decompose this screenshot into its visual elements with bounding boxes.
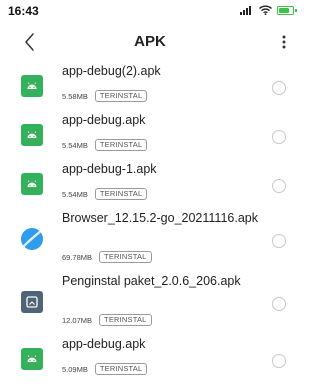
installed-badge: TERINSTAL xyxy=(94,90,148,102)
installed-badge: TERINSTAL xyxy=(99,314,152,326)
signal-icon xyxy=(240,6,251,15)
select-radio[interactable] xyxy=(272,179,286,193)
select-radio[interactable] xyxy=(272,130,286,144)
more-vertical-icon xyxy=(282,35,286,49)
file-meta: 69.78MB TERINSTAL xyxy=(62,251,152,263)
file-name: app-debug.apk xyxy=(62,113,146,127)
battery-tip xyxy=(295,8,297,12)
file-row[interactable]: app-debug-1.apk 5.54MB TERINSTAL xyxy=(0,160,300,209)
file-name: app-debug-1.apk xyxy=(62,162,157,176)
file-meta: 5.09MB TERINSTAL xyxy=(62,363,148,375)
file-name: app-debug.apk xyxy=(62,337,146,351)
status-icons xyxy=(240,5,297,15)
status-bar: 16:43 xyxy=(0,0,300,22)
file-size: 5.54MB xyxy=(62,140,88,150)
file-size: 12.07MB xyxy=(62,315,93,325)
file-size: 69.78MB xyxy=(62,252,93,262)
app-header: APK xyxy=(0,22,300,62)
file-name: Browser_12.15.2-go_20211116.apk xyxy=(62,211,258,225)
file-meta: 5.58MB TERINSTAL xyxy=(62,90,148,102)
select-radio[interactable] xyxy=(272,297,286,311)
file-meta: 12.07MB TERINSTAL xyxy=(62,314,152,326)
file-name: app-debug(2).apk xyxy=(62,64,161,78)
status-time: 16:43 xyxy=(8,4,39,18)
android-apk-icon xyxy=(21,75,43,97)
file-size: 5.58MB xyxy=(62,91,88,101)
file-row[interactable]: app-debug(2).apk 5.58MB TERINSTAL xyxy=(0,62,300,111)
select-radio[interactable] xyxy=(272,81,286,95)
battery-level-fill xyxy=(279,7,290,13)
file-row[interactable]: Penginstal paket_2.0.6_206.apk 12.07MB TER… xyxy=(0,272,300,335)
select-radio[interactable] xyxy=(272,354,286,368)
file-row[interactable]: app-debug.apk 5.54MB TERINSTAL xyxy=(0,111,300,160)
page-title: APK xyxy=(134,33,166,50)
installed-badge: TERINSTAL xyxy=(94,188,148,200)
file-list: app-debug(2).apk 5.58MB TERINSTAL app-debug… xyxy=(0,62,300,384)
file-size: 5.09MB xyxy=(62,364,88,374)
browser-icon xyxy=(21,228,43,250)
android-apk-icon xyxy=(21,173,43,195)
file-row[interactable]: Browser_12.15.2-go_20211116.apk 69.78MB TE… xyxy=(0,209,300,272)
battery-icon xyxy=(277,5,297,15)
installed-badge: TERINSTAL xyxy=(94,139,148,151)
file-name: Penginstal paket_2.0.6_206.apk xyxy=(62,274,241,288)
file-meta: 5.54MB TERINSTAL xyxy=(62,188,148,200)
package-installer-icon xyxy=(21,291,43,313)
wifi-icon xyxy=(259,5,272,15)
installed-badge: TERINSTAL xyxy=(99,251,152,263)
file-size: 5.54MB xyxy=(62,189,88,199)
android-apk-icon xyxy=(21,348,43,370)
file-meta: 5.54MB TERINSTAL xyxy=(62,139,148,151)
more-options-button[interactable] xyxy=(274,30,294,54)
android-apk-icon xyxy=(21,124,43,146)
select-radio[interactable] xyxy=(272,234,286,248)
installed-badge: TERINSTAL xyxy=(94,363,148,375)
